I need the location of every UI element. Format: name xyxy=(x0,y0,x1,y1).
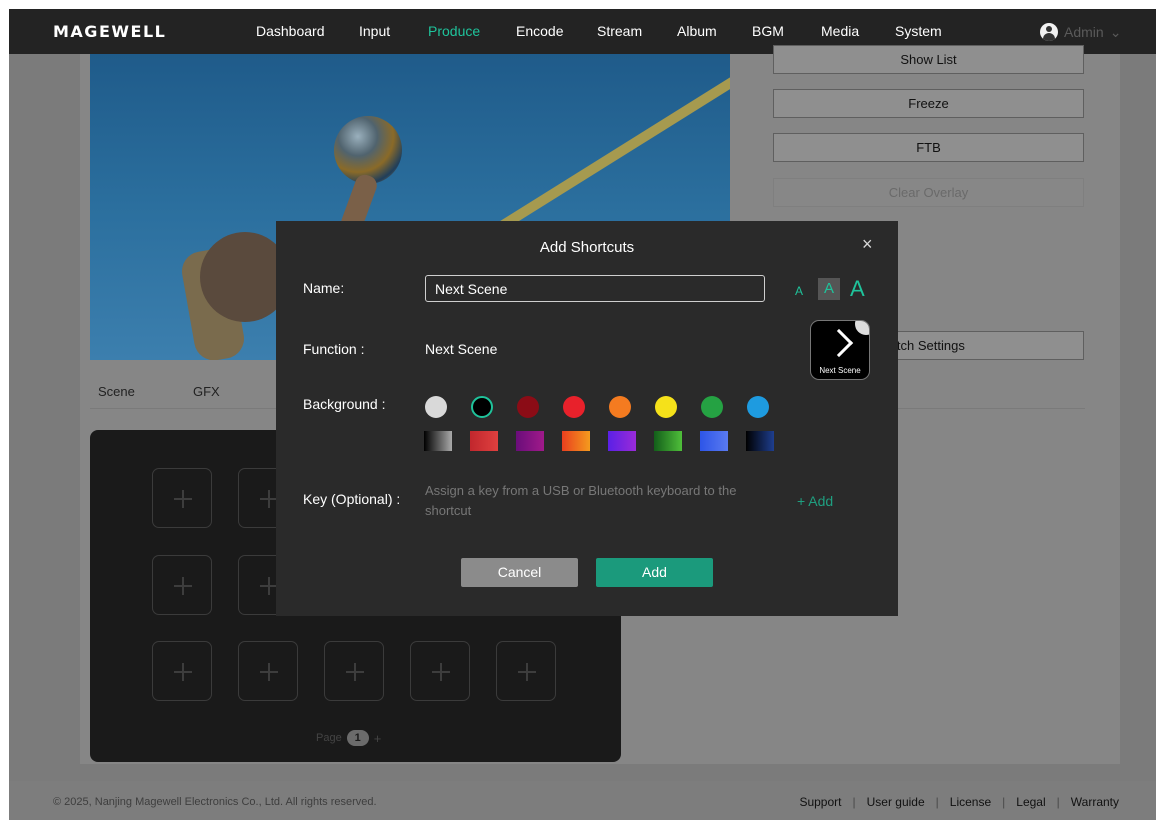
clear-overlay-button[interactable]: Clear Overlay xyxy=(773,178,1084,207)
footer-link-user-guide[interactable]: User guide xyxy=(867,795,925,809)
add-page-icon[interactable]: + xyxy=(374,731,382,746)
color-swatch[interactable] xyxy=(425,396,447,418)
preview-tile-label: Next Scene xyxy=(819,366,861,375)
color-swatch[interactable] xyxy=(517,396,539,418)
background-label: Background : xyxy=(303,396,386,412)
footer: © 2025, Nanjing Magewell Electronics Co.… xyxy=(9,781,1156,820)
close-icon[interactable]: × xyxy=(862,235,873,253)
color-swatch-selected[interactable] xyxy=(471,396,493,418)
gradient-swatch[interactable] xyxy=(424,431,452,451)
add-shortcut-slot[interactable] xyxy=(152,641,212,701)
function-value: Next Scene xyxy=(425,341,498,357)
add-shortcut-slot[interactable] xyxy=(152,555,212,615)
color-swatch[interactable] xyxy=(563,396,585,418)
add-shortcut-slot[interactable] xyxy=(324,641,384,701)
freeze-button[interactable]: Freeze xyxy=(773,89,1084,118)
font-size-medium-button[interactable]: A xyxy=(818,278,840,300)
cancel-button[interactable]: Cancel xyxy=(461,558,578,587)
gradient-swatch[interactable] xyxy=(516,431,544,451)
chevron-right-icon xyxy=(824,328,854,358)
gradient-swatch[interactable] xyxy=(562,431,590,451)
nav-input[interactable]: Input xyxy=(359,23,390,39)
name-input[interactable] xyxy=(425,275,765,302)
add-shortcuts-dialog: Add Shortcuts × Name: A A A Function : N… xyxy=(276,221,898,616)
footer-link-legal[interactable]: Legal xyxy=(1016,795,1045,809)
gradient-swatch[interactable] xyxy=(608,431,636,451)
footer-separator: | xyxy=(935,795,939,809)
show-list-button[interactable]: Show List xyxy=(773,45,1084,74)
add-button[interactable]: Add xyxy=(596,558,713,587)
shortcut-preview-tile: Next Scene xyxy=(810,320,870,380)
nav-system[interactable]: System xyxy=(895,23,942,39)
tab-scene[interactable]: Scene xyxy=(98,384,135,399)
tab-gfx[interactable]: GFX xyxy=(193,384,220,399)
add-shortcut-slot[interactable] xyxy=(238,641,298,701)
footer-link-license[interactable]: License xyxy=(950,795,991,809)
nav-media[interactable]: Media xyxy=(821,23,859,39)
font-size-small-button[interactable]: A xyxy=(795,284,803,298)
footer-link-support[interactable]: Support xyxy=(799,795,841,809)
chevron-down-icon: ⌄ xyxy=(1109,23,1122,40)
nav-album[interactable]: Album xyxy=(677,23,717,39)
gradient-swatch[interactable] xyxy=(654,431,682,451)
gradient-swatch[interactable] xyxy=(470,431,498,451)
add-key-button[interactable]: + Add xyxy=(797,493,833,509)
name-label: Name: xyxy=(303,280,345,296)
nav-produce[interactable]: Produce xyxy=(428,23,480,39)
nav-encode[interactable]: Encode xyxy=(516,23,563,39)
key-label: Key (Optional) : xyxy=(303,491,401,507)
user-avatar-icon xyxy=(1040,23,1058,41)
add-shortcut-slot[interactable] xyxy=(496,641,556,701)
dialog-title: Add Shortcuts xyxy=(539,239,635,256)
magewell-logo[interactable]: MAGEWELL xyxy=(53,22,166,41)
footer-links: Support | User guide | License | Legal |… xyxy=(799,795,1119,809)
nav-bgm[interactable]: BGM xyxy=(752,23,784,39)
ftb-button[interactable]: FTB xyxy=(773,133,1084,162)
page-number[interactable]: 1 xyxy=(346,730,369,746)
font-size-large-button[interactable]: A xyxy=(850,276,865,302)
function-label: Function : xyxy=(303,341,365,357)
add-shortcut-slot[interactable] xyxy=(152,468,212,528)
page-label: Page xyxy=(316,732,342,744)
footer-separator: | xyxy=(1002,795,1006,809)
gradient-swatch[interactable] xyxy=(700,431,728,451)
color-swatch[interactable] xyxy=(701,396,723,418)
footer-separator: | xyxy=(852,795,856,809)
nav-dashboard[interactable]: Dashboard xyxy=(256,23,325,39)
nav-stream[interactable]: Stream xyxy=(597,23,642,39)
color-swatch[interactable] xyxy=(609,396,631,418)
copyright-text: © 2025, Nanjing Magewell Electronics Co.… xyxy=(53,796,377,808)
gradient-swatch[interactable] xyxy=(746,431,774,451)
color-swatch[interactable] xyxy=(747,396,769,418)
volleyball xyxy=(334,116,402,184)
footer-link-warranty[interactable]: Warranty xyxy=(1071,795,1119,809)
upload-corner-icon[interactable] xyxy=(855,321,869,335)
key-hint: Assign a key from a USB or Bluetooth key… xyxy=(425,483,737,518)
user-name: Admin xyxy=(1064,24,1104,40)
color-swatch[interactable] xyxy=(655,396,677,418)
footer-separator: | xyxy=(1056,795,1060,809)
page-indicator: Page 1 + xyxy=(316,730,381,746)
user-menu[interactable]: Admin ⌄ xyxy=(1040,23,1121,41)
add-shortcut-slot[interactable] xyxy=(410,641,470,701)
